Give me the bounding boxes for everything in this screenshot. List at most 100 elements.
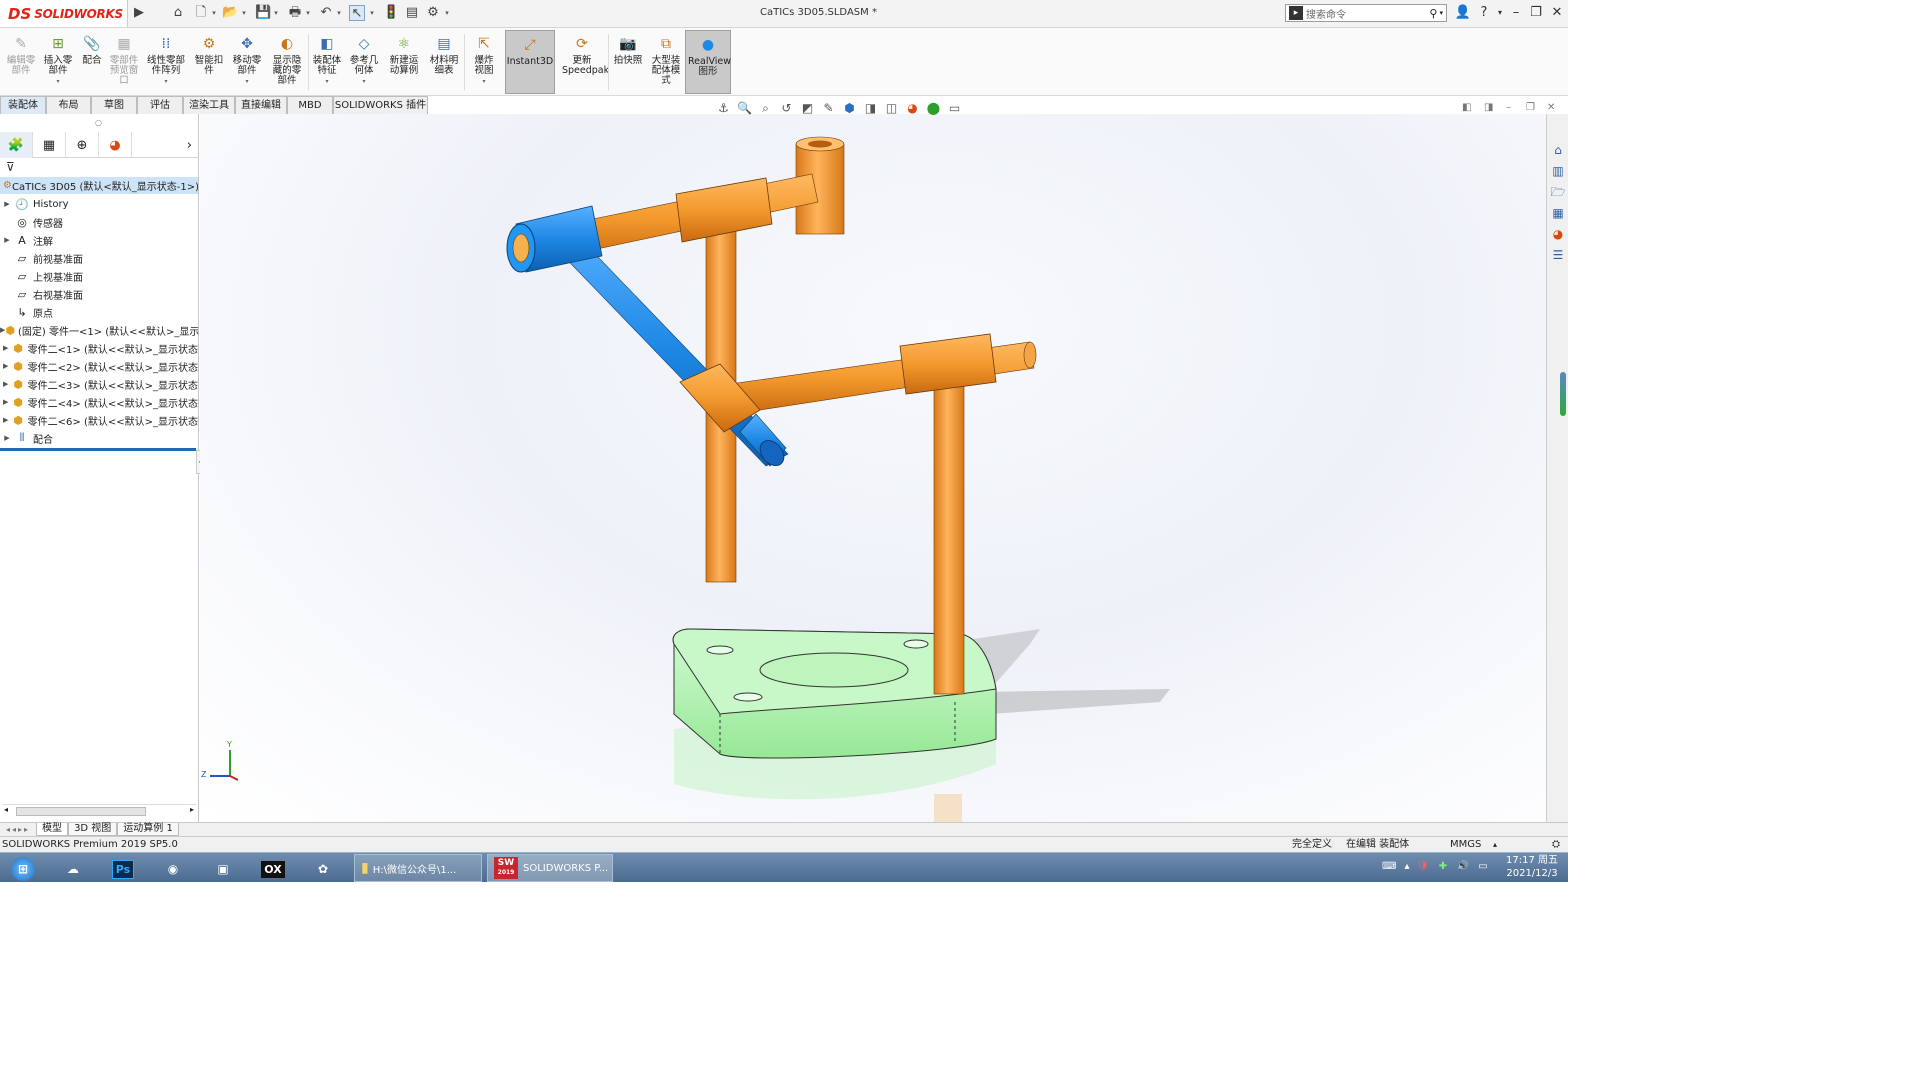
update-speedpak-button[interactable]: ⟳ 更新Speedpak	[558, 30, 609, 94]
media-app-icon[interactable]: ▣	[202, 856, 244, 882]
linear-pattern-dropdown-icon[interactable]: ▾	[164, 77, 167, 87]
tab-sketch[interactable]: 草图	[91, 96, 137, 114]
options-gear-icon[interactable]: ⚙	[425, 5, 441, 21]
filter-icon[interactable]: ⊽	[6, 160, 15, 174]
new-motion-study-button[interactable]: ⚛ 新建运动算例	[386, 30, 422, 94]
expand-arrow-icon[interactable]: ▶	[0, 434, 14, 442]
show-hidden-components-button[interactable]: ◐ 显示隐藏的零部件	[268, 30, 306, 94]
mate-button[interactable]: 📎 配合	[78, 30, 106, 94]
customize-status-icon[interactable]: ⛭	[1552, 837, 1560, 852]
custom-properties-icon[interactable]: ☰	[1549, 246, 1567, 264]
network-icon[interactable]: ▭	[1476, 861, 1490, 875]
viewport-close-icon[interactable]: ✕	[1547, 102, 1555, 113]
expand-arrow-icon[interactable]: ▶	[0, 416, 12, 424]
tree-item-front-plane[interactable]: ▱ 前视基准面	[0, 249, 198, 267]
design-library-icon[interactable]: ▥	[1549, 162, 1567, 180]
tab-evaluate[interactable]: 评估	[137, 96, 183, 114]
take-snapshot-button[interactable]: 📷 拍快照	[610, 30, 646, 94]
realview-graphics-button[interactable]: ● RealView图形	[685, 30, 731, 94]
select-pointer-icon[interactable]: ↖	[349, 5, 365, 21]
tab-assembly[interactable]: 装配体	[0, 96, 46, 114]
open-icon[interactable]: 📂	[222, 5, 238, 21]
tree-item-part2-2[interactable]: ▶ ⬢ 零件二<2> (默认<<默认>_显示状态	[0, 357, 198, 375]
taskbar-explorer-window[interactable]: ▮ H:\微信公众号\1...	[354, 854, 482, 882]
home-icon[interactable]: ⌂	[170, 5, 186, 21]
section-view-icon[interactable]: ◩	[799, 100, 816, 117]
tree-item-top-plane[interactable]: ▱ 上视基准面	[0, 267, 198, 285]
tree-item-part2-1[interactable]: ▶ ⬢ 零件二<1> (默认<<默认>_显示状态	[0, 339, 198, 357]
tab-mbd[interactable]: MBD	[287, 96, 333, 114]
move-component-dropdown-icon[interactable]: ▾	[245, 77, 248, 87]
expand-arrow-icon[interactable]: ▶	[0, 236, 14, 244]
tree-item-history[interactable]: ▶ 🕘 History	[0, 195, 198, 213]
tree-item-sensors[interactable]: ◎ 传感器	[0, 213, 198, 231]
tab-scroll-arrows-icon[interactable]: ◂◂▸▸	[6, 825, 30, 834]
open-dropdown-icon[interactable]: ▾	[240, 8, 248, 18]
photoshop-icon[interactable]: Ps	[102, 856, 144, 882]
exploded-view-dropdown-icon[interactable]: ▾	[482, 77, 485, 87]
linear-pattern-button[interactable]: ⁞⁞ 线性零部件阵列 ▾	[144, 30, 188, 94]
displaymanager-tab-icon[interactable]: ◕	[99, 132, 132, 158]
vertical-scroll-indicator[interactable]	[1560, 372, 1566, 416]
vertical-rod-right[interactable]	[933, 385, 965, 695]
file-explorer-icon[interactable]: 🗁	[1549, 183, 1567, 201]
previous-view-icon[interactable]: ↺	[778, 100, 795, 117]
tab-direct-editing[interactable]: 直接编辑	[235, 96, 287, 114]
file-properties-icon[interactable]: ▤	[404, 5, 420, 21]
edit-appearance-icon[interactable]: ◕	[904, 100, 921, 117]
viewport-minimize-icon[interactable]: –	[1506, 102, 1511, 113]
viewport-tile-left-icon[interactable]: ◧	[1462, 102, 1471, 113]
tree-item-part2-3[interactable]: ▶ ⬢ 零件二<3> (默认<<默认>_显示状态	[0, 375, 198, 393]
lower-right-collar[interactable]	[899, 333, 997, 395]
antivirus-icon[interactable]: 🛡	[1416, 861, 1430, 875]
expand-arrow-icon[interactable]: ▶	[0, 398, 12, 406]
system-clock[interactable]: 17:17 周五 2021/12/3	[1506, 854, 1558, 880]
viewport-tile-right-icon[interactable]: ◨	[1484, 102, 1493, 113]
move-component-button[interactable]: ✥ 移动零部件 ▾	[229, 30, 265, 94]
graphics-area[interactable]: Y Z ◫	[200, 114, 1546, 822]
view-orientation-icon[interactable]: ⬢	[841, 100, 858, 117]
apply-scene-icon[interactable]: ⬤	[925, 100, 942, 117]
keyboard-icon[interactable]: ⌨	[1382, 861, 1396, 875]
volume-icon[interactable]: 🔊	[1456, 861, 1470, 875]
security-app-icon[interactable]: ✚	[1436, 861, 1450, 875]
exploded-view-button[interactable]: ⇱ 爆炸视图 ▾	[466, 30, 502, 94]
viewport-restore-icon[interactable]: ❐	[1526, 102, 1535, 113]
new-document-icon[interactable]: 🗋	[193, 5, 209, 21]
zoom-to-fit-icon[interactable]: 🔍	[736, 100, 753, 117]
assembly-features-dropdown-icon[interactable]: ▾	[325, 77, 328, 87]
insert-component-button[interactable]: ⊞ 插入零部件 ▾	[40, 30, 76, 94]
configurationmanager-tab-icon[interactable]: ⊕	[66, 132, 99, 158]
unit-dropdown-icon[interactable]: ▴	[1493, 837, 1497, 852]
close-icon[interactable]: ✕	[1547, 4, 1567, 22]
tree-item-part2-6[interactable]: ▶ ⬢ 零件二<6> (默认<<默认>_显示状态	[0, 411, 198, 429]
tab-layout[interactable]: 布局	[46, 96, 91, 114]
tab-motion-study[interactable]: 运动算例 1	[117, 823, 179, 836]
tab-solidworks-addins[interactable]: SOLIDWORKS 插件	[333, 96, 428, 114]
tree-item-part2-4[interactable]: ▶ ⬢ 零件二<4> (默认<<默认>_显示状态	[0, 393, 198, 411]
print-dropdown-icon[interactable]: ▾	[304, 8, 312, 18]
baidu-netdisk-icon[interactable]: ☁	[52, 856, 94, 882]
reference-geometry-dropdown-icon[interactable]: ▾	[362, 77, 365, 87]
select-dropdown-icon[interactable]: ▾	[368, 8, 376, 18]
tab-3d-view[interactable]: 3D 视图	[68, 823, 118, 836]
minimize-icon[interactable]: –	[1506, 4, 1526, 22]
options-dropdown-icon[interactable]: ▾	[443, 8, 451, 18]
ox-app-icon[interactable]: OX	[252, 856, 294, 882]
insert-component-dropdown-icon[interactable]: ▾	[56, 77, 59, 87]
edit-component-button[interactable]: ✎ 编辑零部件	[4, 30, 38, 94]
bill-of-materials-button[interactable]: ▤ 材料明细表	[426, 30, 462, 94]
tree-item-part1-fixed[interactable]: ▶⬢(固定) 零件一<1> (默认<<默认>_显示状态	[0, 321, 198, 339]
propertymanager-tab-icon[interactable]: ▦	[33, 132, 66, 158]
search-dropdown-icon[interactable]: ▾	[1439, 9, 1443, 17]
featuremanager-tab-icon[interactable]: 🧩	[0, 132, 33, 158]
new-dropdown-icon[interactable]: ▾	[210, 8, 218, 18]
hide-show-items-icon[interactable]: ◫	[883, 100, 900, 117]
appearances-icon[interactable]: ◕	[1549, 225, 1567, 243]
save-icon[interactable]: 💾	[255, 5, 271, 21]
tray-expand-icon[interactable]: ▴	[1400, 861, 1414, 875]
solidworks-resources-icon[interactable]: ⌂	[1549, 141, 1567, 159]
tree-horizontal-scrollbar[interactable]: ◂ ▸	[2, 804, 196, 818]
taskbar-solidworks-window[interactable]: SW 2019 SOLIDWORKS P...	[487, 854, 613, 882]
assembly-3d-model[interactable]	[200, 114, 1546, 822]
